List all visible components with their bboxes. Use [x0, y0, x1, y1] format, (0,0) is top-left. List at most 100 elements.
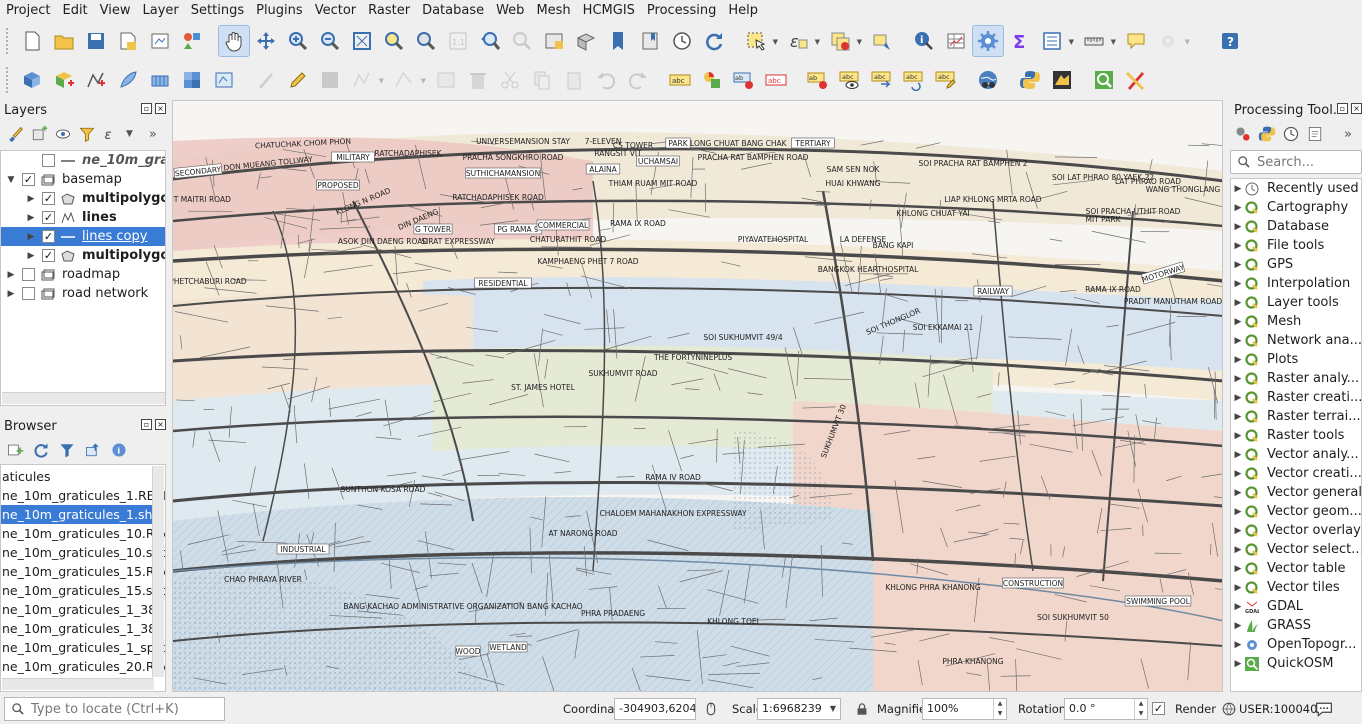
processing-provider-item[interactable]: ▶ File tools [1231, 236, 1361, 255]
browser-item[interactable]: ne_10m_graticules_20.README [1, 657, 165, 676]
eye-icon[interactable] [54, 125, 72, 143]
close-panel-button[interactable]: × [155, 419, 166, 430]
new-shapefile-button[interactable] [208, 64, 240, 96]
chevron-right-icon[interactable]: ▶ [1231, 602, 1245, 612]
browser-item[interactable]: ne_10m_graticules_1_split1 [1, 638, 165, 657]
statistical-summary-button[interactable]: Σ [1004, 25, 1036, 57]
menu-plugins[interactable]: Plugins [250, 0, 309, 22]
info-icon[interactable]: i [110, 441, 128, 459]
layer-visibility-checkbox[interactable]: ✓ [22, 173, 35, 186]
layer-row[interactable]: ne_10m_graticules_1 [1, 151, 165, 170]
zoom-to-layer-button[interactable] [410, 25, 442, 57]
add-feature-button[interactable]: ▼ [346, 64, 384, 96]
models-icon[interactable] [1234, 125, 1252, 143]
processing-provider-item[interactable]: ▶ OpenTopogr... [1231, 635, 1361, 654]
menu-database[interactable]: Database [416, 0, 490, 22]
processing-provider-item[interactable]: ▶ GDAL GDAL [1231, 597, 1361, 616]
toggle-editing-button[interactable] [282, 64, 314, 96]
add-virtual-layer-button[interactable] [144, 64, 176, 96]
move-label-tool-button[interactable]: abc [866, 64, 898, 96]
delete-selected-button[interactable] [462, 64, 494, 96]
chevron-right-icon[interactable]: ▶ [1231, 184, 1245, 194]
processing-provider-item[interactable]: ▶ GRASS [1231, 616, 1361, 635]
layer-row[interactable]: ▶ roadmap [1, 265, 165, 284]
chevron-right-icon[interactable]: ▶ [1231, 507, 1245, 517]
save-as-button[interactable] [112, 25, 144, 57]
chevron-right-icon[interactable]: ▶ [1231, 640, 1245, 650]
zoom-next-button[interactable] [506, 25, 538, 57]
float-panel-button[interactable]: ▫ [141, 103, 152, 114]
copy-features-button[interactable] [526, 64, 558, 96]
chevron-right-icon[interactable]: ▶ [1231, 583, 1245, 593]
menu-vector[interactable]: Vector [309, 0, 362, 22]
add-group-icon[interactable] [30, 125, 48, 143]
chevron-right-icon[interactable]: ▶ [1231, 203, 1245, 213]
coordinate-field[interactable]: -304903,6204319 [614, 698, 696, 720]
zoom-in-button[interactable] [282, 25, 314, 57]
processing-provider-item[interactable]: ▶ Vector creati... [1231, 464, 1361, 483]
quickosm-button[interactable] [1088, 64, 1120, 96]
chevron-right-icon[interactable]: ▶ [1231, 659, 1245, 669]
vertex-tool-button[interactable]: ▼ [388, 64, 426, 96]
processing-toolbox-button[interactable] [972, 25, 1004, 57]
chevron-right-icon[interactable]: ▶ [1231, 412, 1245, 422]
layer-visibility-checkbox[interactable]: ✓ [42, 249, 55, 262]
collapse-all-icon[interactable] [84, 441, 102, 459]
zoom-to-selection-button[interactable] [378, 25, 410, 57]
filter-icon[interactable] [78, 125, 96, 143]
processing-provider-item[interactable]: ▶ Raster creati... [1231, 388, 1361, 407]
map-canvas[interactable]: CHATUCHAK CHOM PHON UNIVERSEMANSION STAY 7… [172, 100, 1223, 692]
new-bookmark-button[interactable] [602, 25, 634, 57]
browser-item[interactable]: ne_10m_graticules_1_3857 [1, 600, 165, 619]
chevron-right-icon[interactable]: ▶ [5, 289, 17, 299]
menu-processing[interactable]: Processing [641, 0, 722, 22]
chevron-right-icon[interactable]: ▶ [1231, 393, 1245, 403]
rotation-spinbox[interactable]: 0.0 ° ▲ ▼ [1064, 698, 1148, 720]
chevron-right-icon[interactable]: ▶ [1231, 545, 1245, 555]
layer-visibility-checkbox[interactable] [22, 287, 35, 300]
chevron-right-icon[interactable]: ▶ [1231, 621, 1245, 631]
processing-provider-item[interactable]: ▶ Recently used [1231, 179, 1361, 198]
toolbar-handle[interactable] [6, 28, 12, 54]
move-label-button[interactable]: ab [802, 64, 834, 96]
processing-provider-item[interactable]: ▶ Mesh [1231, 312, 1361, 331]
horizontal-scrollbar[interactable] [2, 678, 154, 690]
identify-features-button[interactable]: i [908, 25, 940, 57]
results-icon[interactable] [1306, 125, 1324, 143]
spin-arrows-icon[interactable]: ▲ ▼ [1134, 699, 1147, 719]
chevron-right-icon[interactable]: ▶ [1231, 526, 1245, 536]
processing-provider-item[interactable]: ▶ Vector analy... [1231, 445, 1361, 464]
plugin-map-button[interactable] [1046, 64, 1078, 96]
new-project-button[interactable] [16, 25, 48, 57]
processing-provider-item[interactable]: ▶ Vector general [1231, 483, 1361, 502]
chevron-down-icon[interactable]: ▼ [5, 175, 17, 185]
open-field-calculator-button[interactable]: ▼ [1036, 25, 1074, 57]
mouse-icon[interactable] [703, 701, 719, 717]
save-project-button[interactable] [80, 25, 112, 57]
chevron-right-icon[interactable]: ▶ [1231, 469, 1245, 479]
menu-hcmgis[interactable]: HCMGIS [577, 0, 641, 22]
chevron-right-icon[interactable]: ▶ [1231, 431, 1245, 441]
browser-item[interactable]: ne_10m_graticules_1.README [1, 486, 165, 505]
new-3d-view-button[interactable] [570, 25, 602, 57]
layer-visibility-checkbox[interactable]: ✓ [42, 192, 55, 205]
refresh-icon[interactable] [32, 441, 50, 459]
select-by-location-button[interactable] [866, 25, 898, 57]
data-source-manager-button[interactable] [16, 64, 48, 96]
menu-help[interactable]: Help [722, 0, 764, 22]
browser-item[interactable]: ne_10m_graticules_1.shp [1, 505, 161, 524]
show-bookmarks-button[interactable] [634, 25, 666, 57]
processing-provider-item[interactable]: ▶ Database [1231, 217, 1361, 236]
vertical-scrollbar[interactable] [152, 466, 164, 677]
float-panel-button[interactable]: ▫ [1337, 103, 1348, 114]
diagram-options-button[interactable] [696, 64, 728, 96]
processing-provider-item[interactable]: ▶ Raster tools [1231, 426, 1361, 445]
hcmgis-button[interactable] [1120, 64, 1152, 96]
open-project-button[interactable] [48, 25, 80, 57]
menu-raster[interactable]: Raster [362, 0, 416, 22]
style-manager-button[interactable] [176, 25, 208, 57]
measure-line-button[interactable]: ▼ [1078, 25, 1116, 57]
chevron-right-icon[interactable]: ▶ [1231, 374, 1245, 384]
python-console-button[interactable] [1014, 64, 1046, 96]
close-panel-button[interactable]: × [1351, 103, 1362, 114]
